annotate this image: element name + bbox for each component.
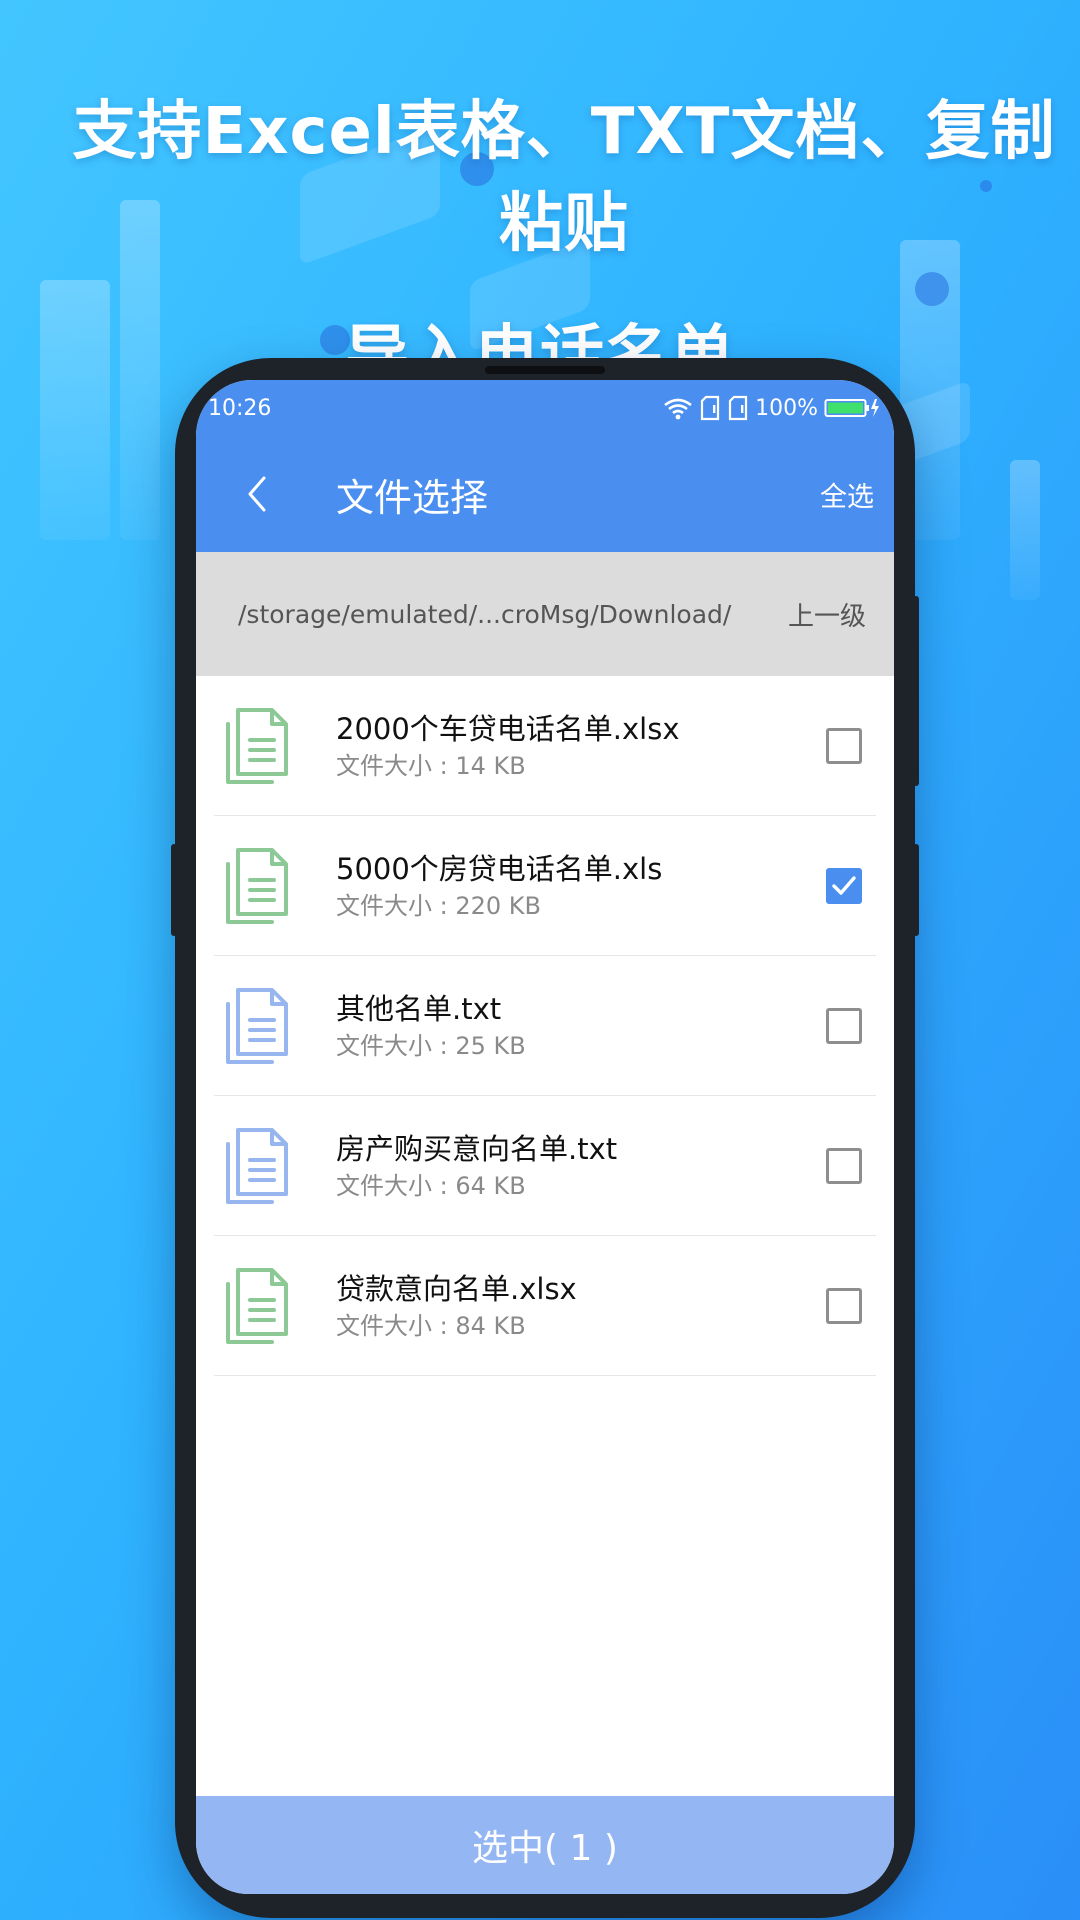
battery-percent: 100% [755,395,818,421]
phone-screen: 10:26 100% 文件选择 全选 /storage/emulated/...… [196,380,894,1894]
file-name: 贷款意向名单.xlsx [336,1271,577,1306]
document-icon [226,847,288,924]
sim-card-icon [728,395,748,421]
file-checkbox[interactable] [826,727,862,764]
app-bar: 文件选择 全选 [196,436,894,552]
file-item[interactable]: 房产购买意向名单.txt 文件大小 : 64 KB [214,1096,876,1236]
phone-speaker [485,366,605,374]
file-item[interactable]: 5000个房贷电话名单.xls 文件大小 : 220 KB [214,816,876,956]
file-checkbox[interactable] [826,1147,862,1184]
phone-power-button [913,844,919,936]
status-icons: 100% [663,395,880,421]
file-checkbox[interactable] [826,867,862,904]
file-name: 房产购买意向名单.txt [336,1131,618,1166]
document-icon [226,1267,288,1344]
phone-volume-button [913,596,919,786]
file-size: 文件大小 : 220 KB [336,891,541,920]
file-size: 文件大小 : 64 KB [336,1171,526,1200]
wifi-icon [664,398,692,420]
file-size: 文件大小 : 14 KB [336,751,526,780]
current-path: /storage/emulated/...croMsg/Download/ [238,599,732,629]
sim-card-icon [700,395,720,421]
headline-line-1: 支持Excel表格、TXT文档、复制粘贴 [72,95,1056,261]
phone-frame: 10:26 100% 文件选择 全选 /storage/emulated/...… [171,358,919,1918]
select-all-button[interactable]: 全选 [820,475,874,514]
up-level-button[interactable]: 上一级 [788,596,866,633]
status-time: 10:26 [208,395,272,421]
document-icon [226,707,288,784]
document-icon [226,1127,288,1204]
back-button[interactable] [222,459,292,529]
file-item[interactable]: 其他名单.txt 文件大小 : 25 KB [214,956,876,1096]
status-bar: 10:26 100% [196,380,894,436]
file-size: 文件大小 : 25 KB [336,1031,526,1060]
file-name: 2000个车贷电话名单.xlsx [336,711,680,746]
file-name: 5000个房贷电话名单.xls [336,851,663,886]
file-name: 其他名单.txt [336,991,502,1026]
file-size: 文件大小 : 84 KB [336,1311,526,1340]
chevron-left-icon [248,476,266,512]
document-icon [226,987,288,1064]
file-item[interactable]: 贷款意向名单.xlsx 文件大小 : 84 KB [214,1236,876,1376]
promo-headline: 支持Excel表格、TXT文档、复制粘贴 导入电话名单 [0,80,1080,396]
file-checkbox[interactable] [826,1007,862,1044]
page-title: 文件选择 [336,475,489,520]
confirm-selection-button[interactable]: 选中( 1 ) [196,1796,894,1894]
path-bar: /storage/emulated/...croMsg/Download/ 上一… [196,552,894,676]
file-item[interactable]: 2000个车贷电话名单.xlsx 文件大小 : 14 KB [214,676,876,816]
phone-side-button [171,844,177,936]
file-checkbox[interactable] [826,1287,862,1324]
battery-charging-icon [824,399,879,417]
file-list: 2000个车贷电话名单.xlsx 文件大小 : 14 KB 5000个房贷电话名… [196,676,894,1376]
checkmark-icon [832,875,856,895]
